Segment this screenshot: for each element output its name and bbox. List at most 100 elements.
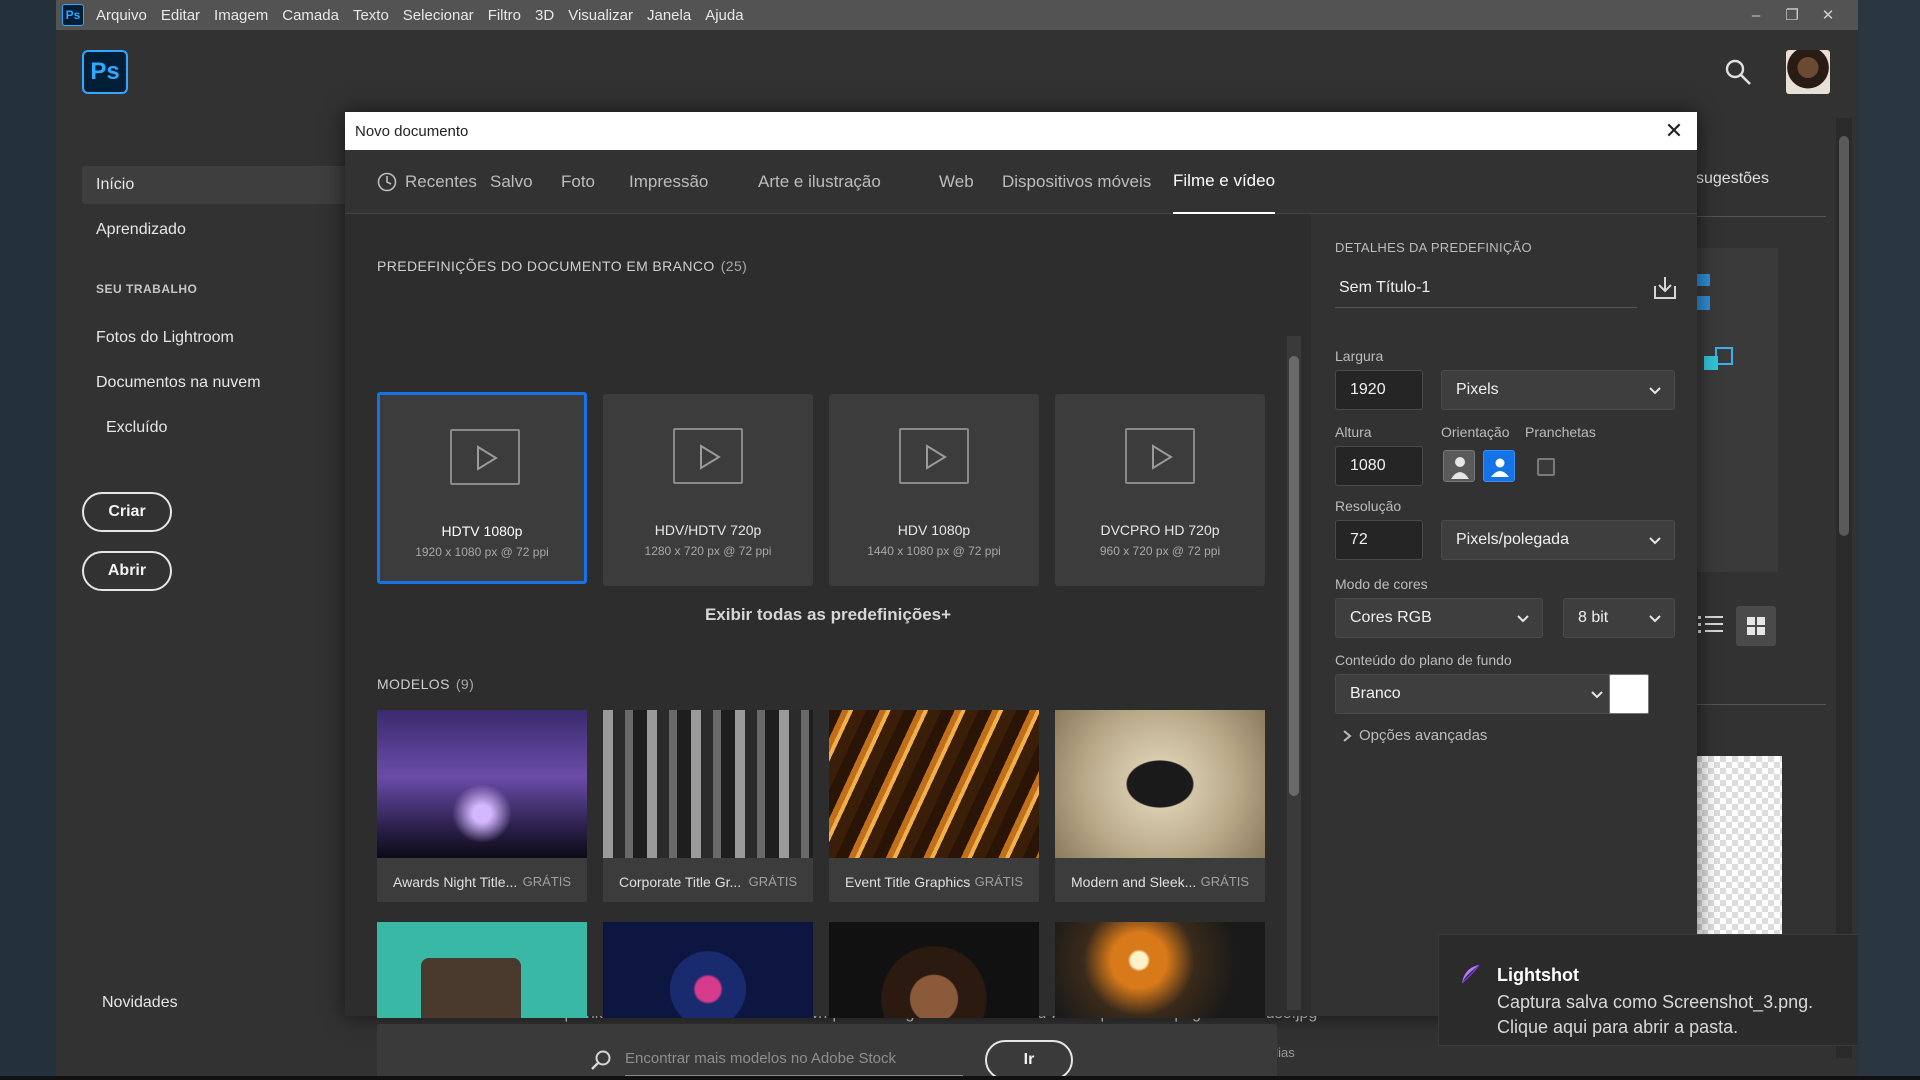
background-color-swatch[interactable] [1609, 674, 1649, 714]
chevron-right-icon [1343, 729, 1352, 742]
sidebar-item-inicio[interactable]: Início [82, 166, 346, 204]
presets-pane: PREDEFINIÇÕES DO DOCUMENTO EM BRANCO (25)… [345, 214, 1311, 1076]
menu-ajuda[interactable]: Ajuda [705, 7, 743, 24]
tab-foto[interactable]: Foto [561, 150, 595, 214]
tab-filme-video[interactable]: Filme e vídeo [1173, 150, 1276, 214]
width-input[interactable]: 1920 [1335, 370, 1423, 410]
width-unit-select[interactable]: Pixels [1441, 370, 1675, 410]
tab-recentes[interactable]: Recentes [377, 150, 477, 214]
avatar[interactable] [1786, 50, 1830, 94]
sidebar-item-excluido[interactable]: Excluído [82, 409, 346, 447]
template-card[interactable] [377, 922, 587, 1018]
tab-salvo[interactable]: Salvo [490, 150, 533, 214]
menu-selecionar[interactable]: Selecionar [403, 7, 474, 24]
menu-filtro[interactable]: Filtro [488, 7, 521, 24]
menu-janela[interactable]: Janela [647, 7, 691, 24]
template-price: GRÁTIS [522, 874, 571, 889]
minimize-button[interactable]: – [1738, 7, 1774, 24]
app-header: Ps [56, 30, 1858, 112]
menu-imagem[interactable]: Imagem [214, 7, 268, 24]
portrait-orientation-button[interactable] [1443, 450, 1475, 482]
home-sidebar: Início Aprendizado SEU TRABALHO Fotos do… [56, 112, 346, 1076]
document-name-field[interactable]: Sem Título-1 [1335, 268, 1637, 308]
preset-dims: 960 x 720 px @ 72 ppi [1099, 544, 1221, 558]
resolution-input[interactable]: 72 [1335, 520, 1423, 560]
landscape-orientation-button[interactable] [1483, 450, 1515, 482]
video-preset-icon [673, 428, 743, 484]
template-card[interactable]: Modern and Sleek... GRÁTIS [1055, 710, 1265, 902]
preset-card[interactable]: HDV 1080p 1440 x 1080 px @ 72 ppi [829, 394, 1039, 586]
new-document-dialog: Novo documento ✕ Recentes Salvo Foto Imp… [345, 112, 1697, 1076]
menu-items: Arquivo Editar Imagem Camada Texto Selec… [96, 7, 758, 24]
create-button[interactable]: Criar [82, 492, 172, 532]
resolution-label: Resolução [1335, 498, 1402, 514]
background-contents-label: Conteúdo do plano de fundo [1335, 652, 1512, 668]
home-scrollbar-thumb[interactable] [1839, 136, 1849, 536]
presets-scrollbar-thumb[interactable] [1289, 356, 1299, 796]
width-unit-value: Pixels [1456, 381, 1499, 398]
menu-arquivo[interactable]: Arquivo [96, 7, 147, 24]
preset-card[interactable]: HDTV 1080p 1920 x 1080 px @ 72 ppi [377, 392, 587, 584]
template-card[interactable]: Corporate Title Gr... GRÁTIS [603, 710, 813, 902]
presets-heading: PREDEFINIÇÕES DO DOCUMENTO EM BRANCO (25) [377, 258, 747, 274]
sidebar-item-cloud-docs[interactable]: Documentos na nuvem [82, 364, 346, 402]
sidebar-item-aprendizado[interactable]: Aprendizado [82, 211, 346, 249]
search-icon[interactable] [1724, 58, 1752, 86]
tab-dispositivos-moveis[interactable]: Dispositivos móveis [1002, 150, 1151, 214]
tab-arte-ilustracao[interactable]: Arte e ilustração [758, 150, 881, 214]
chevron-down-icon [1649, 615, 1661, 623]
show-all-presets-link[interactable]: Exibir todas as predefinições+ [345, 605, 1311, 625]
bit-depth-select[interactable]: 8 bit [1563, 598, 1675, 638]
template-name: Event Title Graphics [845, 874, 971, 890]
tab-impressao[interactable]: Impressão [629, 150, 708, 214]
menu-visualizar[interactable]: Visualizar [568, 7, 633, 24]
tab-web[interactable]: Web [939, 150, 974, 214]
home-scrollbar[interactable] [1836, 118, 1852, 1058]
menu-texto[interactable]: Texto [353, 7, 389, 24]
restore-button[interactable]: ❐ [1774, 6, 1810, 24]
stock-go-button[interactable]: Ir [985, 1040, 1073, 1076]
save-preset-icon[interactable] [1651, 274, 1679, 302]
resolution-unit-select[interactable]: Pixels/polegada [1441, 520, 1675, 560]
close-window-button[interactable]: ✕ [1810, 6, 1846, 24]
background-contents-select[interactable]: Branco [1335, 674, 1617, 714]
grid-view-button[interactable] [1736, 606, 1776, 646]
lightshot-notification[interactable]: Lightshot Captura salva como Screenshot_… [1438, 934, 1858, 1046]
template-card[interactable] [603, 922, 813, 1018]
stock-search-input[interactable] [625, 1042, 963, 1076]
open-button[interactable]: Abrir [82, 551, 172, 591]
list-view-icon[interactable] [1696, 610, 1726, 640]
menu-3d[interactable]: 3D [535, 7, 554, 24]
menu-bar: Ps Arquivo Editar Imagem Camada Texto Se… [56, 0, 1858, 30]
color-mode-select[interactable]: Cores RGB [1335, 598, 1543, 638]
height-input[interactable]: 1080 [1335, 446, 1423, 486]
artboards-checkbox[interactable] [1537, 458, 1555, 476]
chevron-down-icon [1649, 387, 1661, 395]
advanced-options-toggle[interactable]: Opções avançadas [1341, 727, 1487, 744]
template-card[interactable]: Event Title Graphics GRÁTIS [829, 710, 1039, 902]
templates-heading-text: MODELOS [377, 676, 450, 692]
presets-scrollbar[interactable] [1287, 336, 1301, 1010]
menu-camada[interactable]: Camada [282, 7, 339, 24]
dialog-title: Novo documento [345, 112, 1697, 150]
advanced-options-label: Opções avançadas [1359, 727, 1488, 744]
template-card[interactable] [1055, 922, 1265, 1018]
search-icon [591, 1050, 611, 1070]
preset-card[interactable]: DVCPRO HD 720p 960 x 720 px @ 72 ppi [1055, 394, 1265, 586]
sidebar-item-lightroom[interactable]: Fotos do Lightroom [82, 319, 346, 357]
template-card[interactable] [829, 922, 1039, 1018]
preset-card[interactable]: HDV/HDTV 720p 1280 x 720 px @ 72 ppi [603, 394, 813, 586]
template-card[interactable]: Awards Night Title... GRÁTIS [377, 710, 587, 902]
cube-graphic-icon [1696, 274, 1733, 370]
dialog-close-button[interactable]: ✕ [1661, 118, 1687, 144]
presets-heading-text: PREDEFINIÇÕES DO DOCUMENTO EM BRANCO [377, 258, 715, 274]
sidebar-item-novidades[interactable]: Novidades [102, 994, 178, 1012]
chevron-down-icon [1517, 615, 1529, 623]
chevron-down-icon [1591, 691, 1603, 699]
templates-count: (9) [455, 676, 475, 692]
menu-editar[interactable]: Editar [161, 7, 200, 24]
preset-name: HDV/HDTV 720p [654, 522, 762, 538]
suggestions-link[interactable]: sugestões [1696, 170, 1769, 188]
ps-app-icon[interactable]: Ps [62, 4, 84, 26]
ps-logo[interactable]: Ps [82, 50, 128, 94]
